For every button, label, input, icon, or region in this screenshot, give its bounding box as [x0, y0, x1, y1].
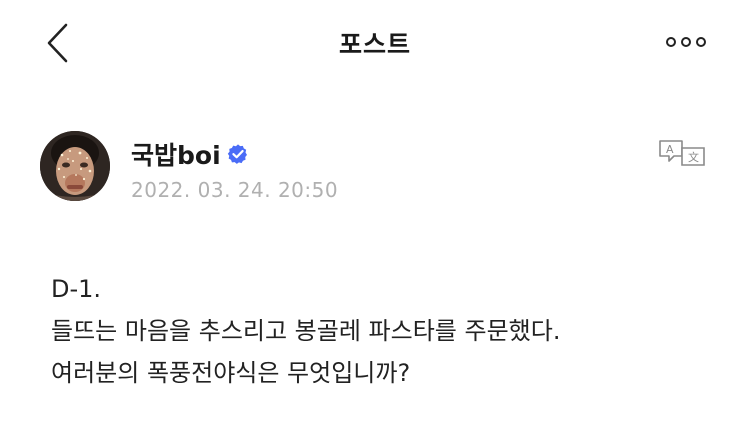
more-dot-icon: [681, 37, 691, 47]
translate-icon: A 文: [659, 140, 705, 166]
author-row: 국밥boi: [131, 136, 249, 172]
avatar[interactable]: [40, 131, 110, 201]
author-name[interactable]: 국밥boi: [131, 136, 221, 172]
svg-text:文: 文: [688, 150, 699, 164]
svg-text:A: A: [666, 143, 674, 156]
post-text-line: 들뜨는 마음을 추스리고 봉골레 파스타를 주문했다.: [51, 317, 561, 345]
post-timestamp: 2022. 03. 24. 20:50: [131, 178, 339, 202]
more-options-button[interactable]: [666, 32, 716, 52]
more-dot-icon: [696, 37, 706, 47]
more-dot-icon: [666, 37, 676, 47]
translate-button[interactable]: A 文: [658, 138, 708, 168]
avatar-photo: [40, 131, 110, 201]
post-body: D-1. 들뜨는 마음을 추스리고 봉골레 파스타를 주문했다. 여러분의 폭풍…: [51, 268, 560, 394]
page-title: 포스트: [338, 30, 411, 59]
post-text-line: D-1.: [51, 275, 102, 303]
verified-badge-icon: [227, 144, 247, 164]
post-text-line: 여러분의 폭풍전야식은 무엇입니까?: [51, 359, 411, 387]
top-bar: 포스트: [0, 0, 750, 86]
